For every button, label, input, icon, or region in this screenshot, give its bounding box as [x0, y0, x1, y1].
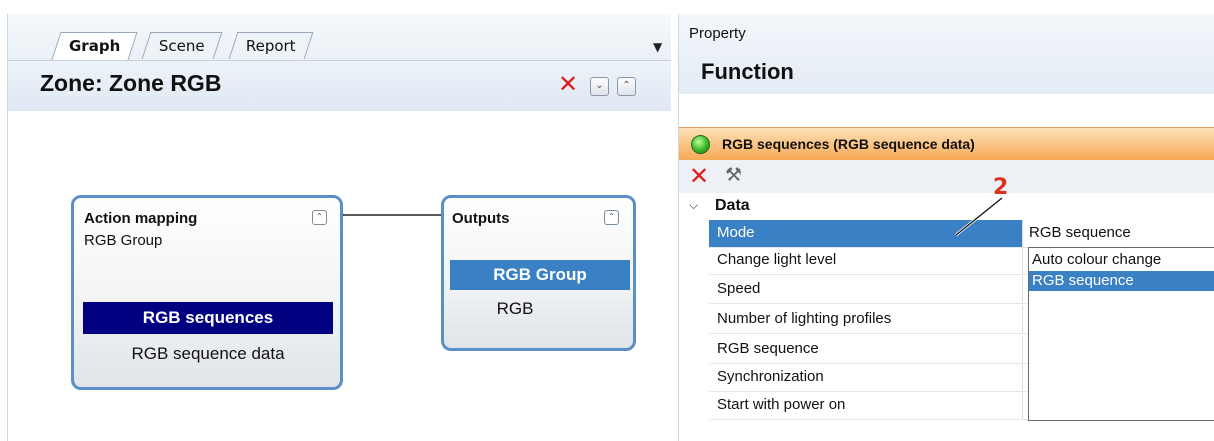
node-title: Outputs — [452, 210, 510, 227]
status-dot-icon — [691, 135, 710, 154]
dropdown-option-auto-colour-change[interactable]: Auto colour change — [1029, 250, 1214, 270]
tab-bar: Graph Scene Report ▼ — [8, 14, 671, 61]
graph-pane: Graph Scene Report ▼ Zone: Zone RGB ✕ ⌄ … — [7, 14, 671, 441]
tab-graph[interactable]: Graph — [51, 32, 138, 60]
row-name: Change light level — [717, 251, 837, 268]
row-name: Start with power on — [717, 396, 846, 413]
collapse-icon[interactable]: ⌃ — [604, 210, 619, 225]
property-toolbar: ✕ ⚒ — [679, 160, 1214, 193]
row-separator — [1022, 276, 1023, 303]
function-name: RGB sequences (RGB sequence data) — [722, 136, 975, 152]
node-title: Action mapping — [84, 210, 198, 227]
property-header: Property Function — [679, 14, 1214, 94]
expand-all-icon[interactable]: ⌄ — [590, 77, 609, 96]
row-separator — [1022, 392, 1023, 419]
outputs-node[interactable]: Outputs ⌃ RGB Group RGB — [441, 195, 636, 351]
row-separator — [1022, 247, 1023, 274]
zone-title: Zone: Zone RGB — [40, 70, 222, 96]
node-item-rgb-group[interactable]: RGB Group — [450, 260, 630, 290]
section-title: Function — [701, 59, 794, 84]
row-name: Synchronization — [717, 368, 824, 385]
node-connector — [338, 212, 447, 218]
chevron-down-icon[interactable]: ⌵ — [689, 198, 698, 213]
delete-icon[interactable]: ✕ — [689, 162, 709, 190]
tools-icon[interactable]: ⚒ — [725, 164, 742, 186]
row-name: Speed — [717, 280, 761, 297]
dropdown-option-rgb-sequence[interactable]: RGB sequence — [1029, 271, 1214, 291]
row-name: RGB sequence — [717, 340, 819, 357]
row-name: Number of lighting profiles — [717, 310, 892, 327]
collapse-icon[interactable]: ⌃ — [312, 210, 327, 225]
node-item-rgb-sequence-data[interactable]: RGB sequence data — [83, 338, 333, 370]
row-name: Mode — [717, 224, 755, 241]
row-separator — [1022, 306, 1023, 333]
row-separator — [1022, 336, 1023, 363]
zone-header: Zone: Zone RGB ✕ ⌄ ⌃ — [8, 61, 671, 111]
close-icon[interactable]: ✕ — [558, 71, 578, 97]
row-separator — [1022, 364, 1023, 391]
tab-report[interactable]: Report — [228, 32, 314, 59]
dropdown-arrow-icon[interactable]: ▼ — [653, 40, 662, 54]
tab-scene[interactable]: Scene — [141, 32, 223, 59]
row-separator — [1022, 220, 1023, 247]
row-value[interactable]: RGB sequence — [1029, 224, 1131, 241]
node-subtitle: RGB Group — [84, 232, 163, 249]
mode-dropdown-list[interactable]: Auto colour change RGB sequence — [1028, 247, 1214, 421]
collapse-all-icon[interactable]: ⌃ — [617, 77, 636, 96]
node-item-rgb[interactable]: RGB — [450, 294, 580, 324]
group-label: Data — [715, 197, 750, 214]
annotation-pointer — [955, 196, 1003, 237]
action-mapping-node[interactable]: Action mapping RGB Group ⌃ RGB sequences… — [71, 195, 343, 390]
group-data[interactable]: ⌵ Data — [679, 193, 1214, 220]
property-label: Property — [689, 25, 746, 42]
node-item-rgb-sequences[interactable]: RGB sequences — [83, 302, 333, 334]
function-bar[interactable]: RGB sequences (RGB sequence data) — [679, 127, 1214, 162]
